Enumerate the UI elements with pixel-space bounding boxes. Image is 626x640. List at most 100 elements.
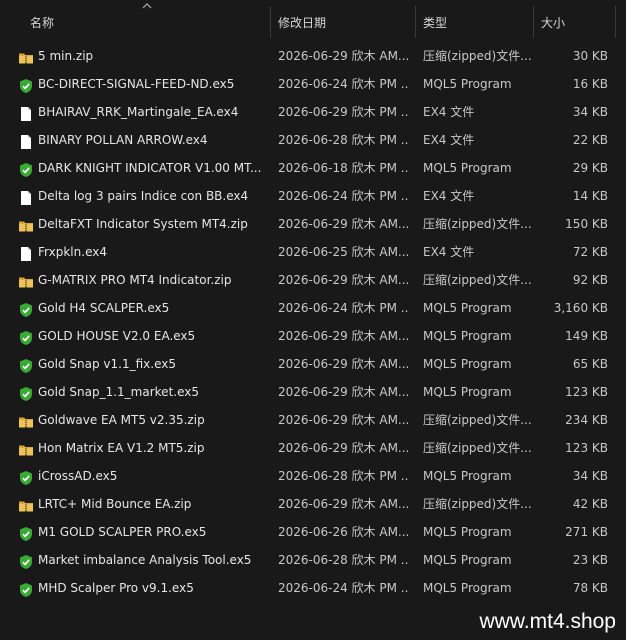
file-type: MQL5 Program xyxy=(423,329,512,343)
file-name-cell: DeltaFXT Indicator System MT4.zip xyxy=(18,210,266,238)
file-name-cell: BINARY POLLAN ARROW.ex4 xyxy=(18,126,266,154)
column-header-bar: 名称 修改日期 类型 大小 xyxy=(0,0,626,38)
file-row[interactable]: iCrossAD.ex5 2026-06-28 欣木 PM ... MQL5 Pro… xyxy=(0,462,626,490)
mql5-program-icon xyxy=(18,328,34,345)
file-type: 压缩(zipped)文件... xyxy=(423,497,532,511)
file-size: 123 KB xyxy=(565,441,608,455)
file-type: EX4 文件 xyxy=(423,189,475,203)
file-row[interactable]: Goldwave EA MT5 v2.35.zip 2026-06-29 欣木 A… xyxy=(0,406,626,434)
watermark: www.mt4.shop xyxy=(479,610,616,633)
file-name-cell: M1 GOLD SCALPER PRO.ex5 xyxy=(18,518,266,546)
file-name-cell: 5 min.zip xyxy=(18,42,266,70)
column-header-size[interactable]: 大小 xyxy=(533,0,615,38)
file-name: Gold H4 SCALPER.ex5 xyxy=(38,301,170,315)
file-row[interactable]: M1 GOLD SCALPER PRO.ex5 2026-06-26 欣木 AM.… xyxy=(0,518,626,546)
mql5-program-icon xyxy=(18,552,34,569)
file-row[interactable]: BHAIRAV_RRK_Martingale_EA.ex4 2026-06-29 … xyxy=(0,98,626,126)
file-date: 2026-06-29 欣木 PM ... xyxy=(278,105,408,119)
file-type: MQL5 Program xyxy=(423,385,512,399)
file-date: 2026-06-24 欣木 PM ... xyxy=(278,189,408,203)
file-row[interactable]: Market imbalance Analysis Tool.ex5 2026-0… xyxy=(0,546,626,574)
file-date: 2026-06-25 欣木 AM... xyxy=(278,245,408,259)
file-row[interactable]: Gold Snap v1.1_fix.ex5 2026-06-29 欣木 AM..… xyxy=(0,350,626,378)
file-date: 2026-06-24 欣木 PM ... xyxy=(278,77,408,91)
zip-folder-icon xyxy=(18,216,34,232)
file-size: 271 KB xyxy=(565,525,608,539)
zip-folder-icon xyxy=(18,48,34,64)
file-name: Gold Snap v1.1_fix.ex5 xyxy=(38,357,176,371)
zip-folder-icon xyxy=(18,440,34,456)
file-icon xyxy=(18,244,34,261)
file-size: 29 KB xyxy=(572,161,608,175)
file-type: EX4 文件 xyxy=(423,133,475,147)
file-name: 5 min.zip xyxy=(38,49,94,63)
column-header-date[interactable]: 修改日期 xyxy=(270,0,415,38)
file-name-cell: Gold H4 SCALPER.ex5 xyxy=(18,294,266,322)
file-row[interactable]: Hon Matrix EA V1.2 MT5.zip 2026-06-29 欣木 … xyxy=(0,434,626,462)
file-date: 2026-06-28 欣木 PM ... xyxy=(278,553,408,567)
file-name: M1 GOLD SCALPER PRO.ex5 xyxy=(38,525,207,539)
mql5-program-icon xyxy=(18,76,34,93)
file-row[interactable]: 5 min.zip 2026-06-29 欣木 AM... 压缩(zipped)文件… xyxy=(0,42,626,70)
file-name-cell: Hon Matrix EA V1.2 MT5.zip xyxy=(18,434,266,462)
file-name: Hon Matrix EA V1.2 MT5.zip xyxy=(38,441,205,455)
file-type: 压缩(zipped)文件... xyxy=(423,217,532,231)
file-name-cell: Frxpkln.ex4 xyxy=(18,238,266,266)
mql5-program-icon xyxy=(18,468,34,485)
file-row[interactable]: MHD Scalper Pro v9.1.ex5 2026-06-24 欣木 PM… xyxy=(0,574,626,602)
file-row[interactable]: DeltaFXT Indicator System MT4.zip 2026-06… xyxy=(0,210,626,238)
file-type: MQL5 Program xyxy=(423,161,512,175)
file-name: Gold Snap_1.1_market.ex5 xyxy=(38,385,199,399)
file-type: MQL5 Program xyxy=(423,357,512,371)
file-name: G-MATRIX PRO MT4 Indicator.zip xyxy=(38,273,232,287)
file-name-cell: Market imbalance Analysis Tool.ex5 xyxy=(18,546,266,574)
file-size: 78 KB xyxy=(572,581,608,595)
file-date: 2026-06-29 欣木 AM... xyxy=(278,357,408,371)
file-name: DeltaFXT Indicator System MT4.zip xyxy=(38,217,248,231)
file-icon xyxy=(18,104,34,121)
file-type: EX4 文件 xyxy=(423,105,475,119)
file-name: LRTC+ Mid Bounce EA.zip xyxy=(38,497,192,511)
file-date: 2026-06-29 欣木 AM... xyxy=(278,413,408,427)
file-row[interactable]: DARK KNIGHT INDICATOR V1.00 MT... 2026-06… xyxy=(0,154,626,182)
mql5-program-icon xyxy=(18,160,34,177)
file-row[interactable]: Gold H4 SCALPER.ex5 2026-06-24 欣木 PM ... M… xyxy=(0,294,626,322)
file-name-cell: DARK KNIGHT INDICATOR V1.00 MT... xyxy=(18,154,266,182)
file-size: 3,160 KB xyxy=(553,301,608,315)
file-row[interactable]: LRTC+ Mid Bounce EA.zip 2026-06-29 欣木 AM.… xyxy=(0,490,626,518)
file-name-cell: MHD Scalper Pro v9.1.ex5 xyxy=(18,574,266,602)
file-name: BINARY POLLAN ARROW.ex4 xyxy=(38,133,208,147)
file-name: DARK KNIGHT INDICATOR V1.00 MT... xyxy=(38,161,262,175)
file-row[interactable]: Frxpkln.ex4 2026-06-25 欣木 AM... EX4 文件 72 K… xyxy=(0,238,626,266)
file-type: 压缩(zipped)文件... xyxy=(423,273,532,287)
column-header-type[interactable]: 类型 xyxy=(415,0,533,38)
file-name-cell: LRTC+ Mid Bounce EA.zip xyxy=(18,490,266,518)
column-divider[interactable] xyxy=(615,6,616,38)
file-name: BC-DIRECT-SIGNAL-FEED-ND.ex5 xyxy=(38,77,235,91)
file-row[interactable]: Delta log 3 pairs Indice con BB.ex4 2026-… xyxy=(0,182,626,210)
file-row[interactable]: G-MATRIX PRO MT4 Indicator.zip 2026-06-29… xyxy=(0,266,626,294)
file-name: Delta log 3 pairs Indice con BB.ex4 xyxy=(38,189,249,203)
file-size: 16 KB xyxy=(572,77,608,91)
file-name: iCrossAD.ex5 xyxy=(38,469,118,483)
file-size: 22 KB xyxy=(572,133,608,147)
file-row[interactable]: GOLD HOUSE V2.0 EA.ex5 2026-06-29 欣木 AM..… xyxy=(0,322,626,350)
file-size: 65 KB xyxy=(572,357,608,371)
file-date: 2026-06-29 欣木 AM... xyxy=(278,49,408,63)
file-size: 34 KB xyxy=(572,105,608,119)
file-type: EX4 文件 xyxy=(423,245,475,259)
file-name: MHD Scalper Pro v9.1.ex5 xyxy=(38,581,194,595)
file-type: 压缩(zipped)文件... xyxy=(423,413,532,427)
file-date: 2026-06-28 欣木 PM ... xyxy=(278,133,408,147)
file-type: 压缩(zipped)文件... xyxy=(423,49,532,63)
mql5-program-icon xyxy=(18,356,34,373)
file-name-cell: Gold Snap_1.1_market.ex5 xyxy=(18,378,266,406)
file-date: 2026-06-29 欣木 AM... xyxy=(278,217,408,231)
file-row[interactable]: BINARY POLLAN ARROW.ex4 2026-06-28 欣木 PM … xyxy=(0,126,626,154)
file-row[interactable]: BC-DIRECT-SIGNAL-FEED-ND.ex5 2026-06-24 欣… xyxy=(0,70,626,98)
file-date: 2026-06-24 欣木 PM ... xyxy=(278,301,408,315)
column-header-name[interactable]: 名称 xyxy=(22,0,270,38)
file-date: 2026-06-29 欣木 AM... xyxy=(278,273,408,287)
mql5-program-icon xyxy=(18,300,34,317)
file-row[interactable]: Gold Snap_1.1_market.ex5 2026-06-29 欣木 AM… xyxy=(0,378,626,406)
